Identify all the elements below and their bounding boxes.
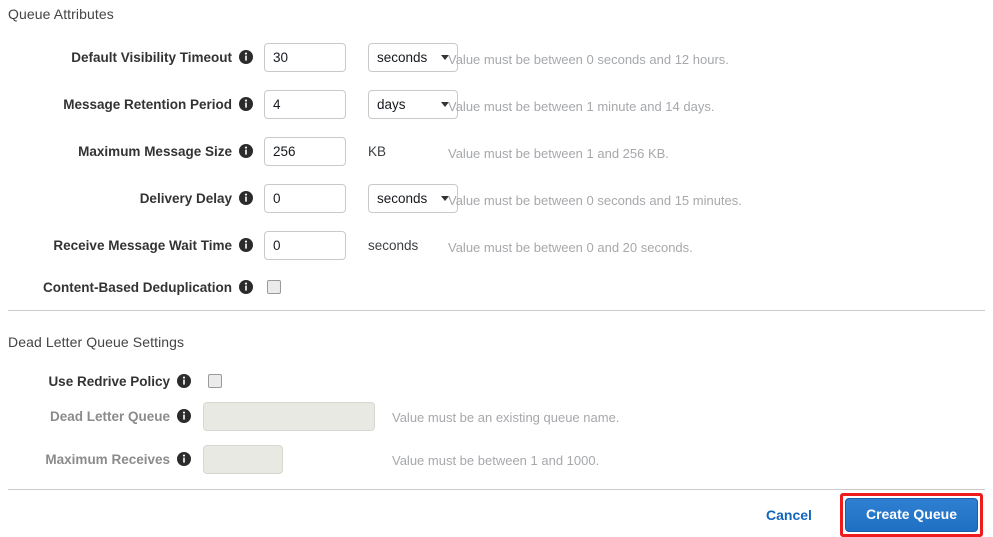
label-use-redrive-policy: Use Redrive Policy [48,373,170,389]
select-value: days [377,96,406,112]
footer-divider [8,489,985,490]
hint-delivery-delay: Value must be between 0 seconds and 15 m… [448,193,742,208]
create-queue-form-page: Queue Attributes Default Visibility Time… [0,0,993,537]
label-message-retention-period: Message Retention Period [63,96,232,112]
section-divider [8,310,985,311]
dead-letter-queue-heading: Dead Letter Queue Settings [8,334,185,350]
input-message-retention-period[interactable] [264,89,346,119]
form-footer: Cancel Create Queue [0,493,993,537]
input-delivery-delay[interactable] [264,183,346,213]
select-value: seconds [377,190,428,206]
select-default-visibility-timeout-unit[interactable]: seconds [368,42,458,72]
input-maximum-message-size[interactable] [264,136,346,166]
input-default-visibility-timeout[interactable] [264,42,346,72]
label-maximum-receives: Maximum Receives [45,451,170,467]
create-queue-button[interactable]: Create Queue [844,498,978,532]
info-icon[interactable] [239,97,253,111]
info-icon[interactable] [177,374,191,388]
input-dead-letter-queue[interactable] [203,401,375,431]
field-delivery-delay: seconds [264,183,458,213]
input-receive-message-wait-time[interactable] [264,230,346,260]
hint-maximum-receives: Value must be between 1 and 1000. [392,453,600,468]
select-message-retention-period-unit[interactable]: days [368,89,458,119]
create-queue-highlight: Create Queue [839,493,983,537]
label-maximum-message-size: Maximum Message Size [78,143,232,159]
field-maximum-receives [203,444,283,474]
info-icon[interactable] [239,238,253,252]
info-icon[interactable] [239,191,253,205]
hint-receive-message-wait-time: Value must be between 0 and 20 seconds. [448,240,693,255]
hint-dead-letter-queue: Value must be an existing queue name. [392,410,620,425]
hint-default-visibility-timeout: Value must be between 0 seconds and 12 h… [448,52,729,67]
label-content-based-deduplication: Content-Based Deduplication [42,279,232,295]
hint-message-retention-period: Value must be between 1 minute and 14 da… [448,99,715,114]
row-use-redrive-policy: Use Redrive Policy [0,366,993,396]
unit-label-receive-message-wait-time: seconds [368,237,419,253]
label-receive-message-wait-time: Receive Message Wait Time [53,237,232,253]
checkbox-use-redrive-policy[interactable] [208,374,222,388]
info-icon[interactable] [177,452,191,466]
input-maximum-receives[interactable] [203,444,283,474]
queue-attributes-heading: Queue Attributes [8,6,114,22]
select-delivery-delay-unit[interactable]: seconds [368,183,458,213]
field-dead-letter-queue [203,401,375,431]
field-message-retention-period: days [264,89,458,119]
info-icon[interactable] [239,50,253,64]
info-icon[interactable] [177,409,191,423]
label-dead-letter-queue: Dead Letter Queue [49,408,170,424]
field-default-visibility-timeout: seconds [264,42,458,72]
select-value: seconds [377,49,428,65]
unit-label-maximum-message-size: KB [368,143,387,159]
field-receive-message-wait-time: seconds [264,230,419,260]
field-content-based-deduplication [267,280,281,294]
row-content-based-deduplication: Content-Based Deduplication [0,272,993,302]
cancel-button[interactable]: Cancel [760,503,818,527]
info-icon[interactable] [239,144,253,158]
field-maximum-message-size: KB [264,136,387,166]
label-default-visibility-timeout: Default Visibility Timeout [71,49,232,65]
checkbox-content-based-deduplication[interactable] [267,280,281,294]
hint-maximum-message-size: Value must be between 1 and 256 KB. [448,146,669,161]
label-delivery-delay: Delivery Delay [139,190,232,206]
field-use-redrive-policy [208,374,222,388]
info-icon[interactable] [239,280,253,294]
